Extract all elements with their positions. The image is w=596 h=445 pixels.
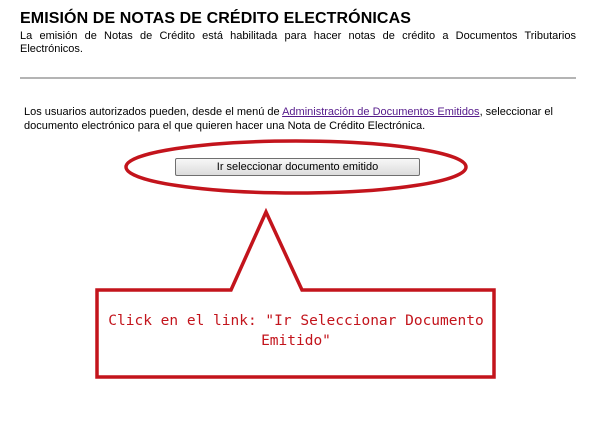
page-title: EMISIÓN DE NOTAS DE CRÉDITO ELECTRÓNICAS [20, 10, 411, 27]
callout-line-2: Emitido" [261, 333, 331, 349]
callout-box [95, 207, 496, 379]
annotation-overlay [95, 139, 496, 379]
select-document-button[interactable]: Ir seleccionar documento emitido [175, 158, 420, 176]
page-description: La emisión de Notas de Crédito está habi… [20, 30, 576, 55]
section-divider [20, 77, 576, 79]
instruction-paragraph: Los usuarios autorizados pueden, desde e… [24, 105, 574, 133]
callout-line-1: Click en el link: "Ir Seleccionar Docume… [108, 313, 484, 329]
admin-documents-link[interactable]: Administración de Documentos Emitidos [282, 106, 479, 118]
instruction-text-start: Los usuarios autorizados pueden, desde e… [24, 106, 283, 118]
callout-text: Click en el link: "Ir Seleccionar Docume… [98, 311, 494, 351]
